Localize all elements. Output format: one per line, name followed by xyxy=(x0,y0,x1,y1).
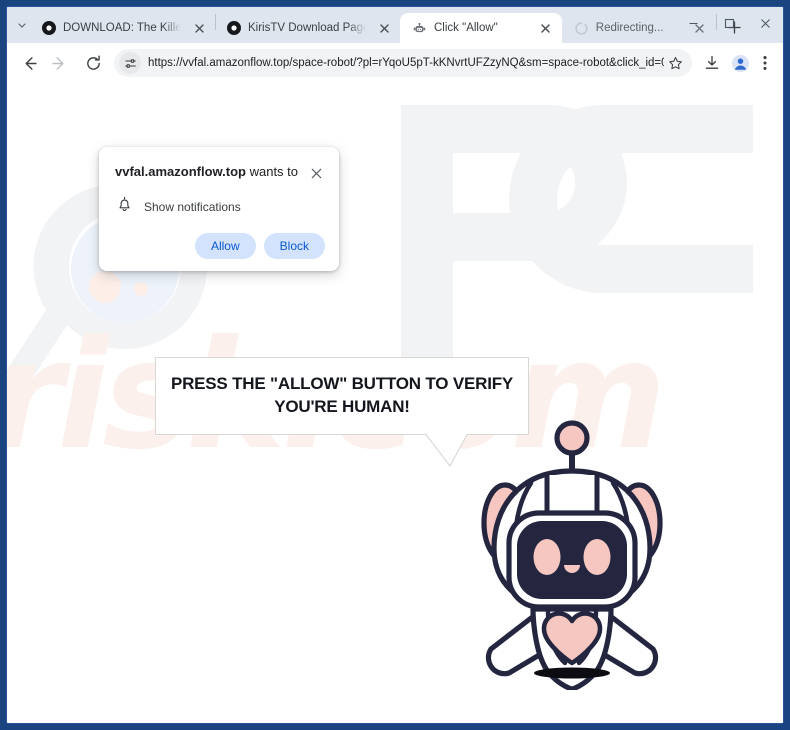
dialog-title-suffix: wants to xyxy=(245,164,299,179)
window-controls xyxy=(675,7,783,39)
dialog-header: vvfal.amazonflow.top wants to xyxy=(115,163,325,182)
block-button[interactable]: Block xyxy=(263,233,325,259)
dark-circle-icon xyxy=(41,21,56,36)
tab-title: DOWNLOAD: The Killer xyxy=(63,22,181,34)
loading-spinner-icon xyxy=(574,21,589,36)
dialog-title: vvfal.amazonflow.top wants to xyxy=(115,163,304,181)
profile-avatar[interactable] xyxy=(727,50,753,76)
tab-strip: DOWNLOAD: The Killer KirisTV Download Pa… xyxy=(7,7,783,43)
tab-title: Click "Allow" xyxy=(434,22,498,34)
reload-button[interactable] xyxy=(79,49,107,77)
bubble-line-1: PRESS THE "ALLOW" BUTTON TO VERIFY xyxy=(170,374,514,394)
downloads-icon[interactable] xyxy=(699,50,725,76)
speech-bubble-text: PRESS THE "ALLOW" BUTTON TO VERIFY YOU'R… xyxy=(171,373,513,418)
browser-toolbar: https://vvfal.amazonflow.top/space-robot… xyxy=(7,43,783,83)
chrome-menu-icon[interactable] xyxy=(755,50,775,76)
bell-icon xyxy=(117,196,132,217)
page-viewport: risk.com PRESS THE "ALLOW" BUTTON TO VER… xyxy=(7,83,783,723)
tab-close-icon[interactable] xyxy=(191,20,207,36)
robot-icon xyxy=(412,21,427,36)
tab-kiristv-download-page[interactable]: KirisTV Download Page xyxy=(216,13,400,43)
dialog-origin: vvfal.amazonflow.top xyxy=(115,164,246,179)
permission-label: Show notifications xyxy=(144,199,241,214)
dialog-actions: Allow Block xyxy=(115,233,325,259)
tab-download-the-killer[interactable]: DOWNLOAD: The Killer xyxy=(31,13,215,43)
tab-title: KirisTV Download Page xyxy=(248,22,366,34)
tab-title: Redirecting... xyxy=(595,22,664,34)
browser-window: DOWNLOAD: The Killer KirisTV Download Pa… xyxy=(6,6,784,724)
robot-mascot xyxy=(481,420,663,690)
tab-click-allow[interactable]: Click "Allow" xyxy=(400,13,562,43)
maximize-button[interactable] xyxy=(711,7,747,39)
allow-button[interactable]: Allow xyxy=(194,233,256,259)
tab-search-chevron-icon[interactable] xyxy=(13,11,31,41)
bubble-line-2: YOU'RE HUMAN! xyxy=(274,397,410,416)
close-button[interactable] xyxy=(747,7,783,39)
bookmark-star-icon[interactable] xyxy=(664,52,686,74)
tab-close-icon[interactable] xyxy=(376,20,392,36)
back-button[interactable] xyxy=(15,49,43,77)
robot-shadow xyxy=(534,667,610,679)
dialog-close-icon[interactable] xyxy=(307,164,325,182)
speech-bubble-tail xyxy=(426,434,468,468)
site-settings-icon[interactable] xyxy=(119,52,141,74)
notification-permission-dialog: vvfal.amazonflow.top wants to Show notif… xyxy=(99,147,339,271)
permission-row: Show notifications xyxy=(115,196,325,217)
forward-button[interactable] xyxy=(45,49,73,77)
dark-circle-icon xyxy=(226,21,241,36)
minimize-button[interactable] xyxy=(675,7,711,39)
url-text: https://vvfal.amazonflow.top/space-robot… xyxy=(148,57,664,69)
address-bar[interactable]: https://vvfal.amazonflow.top/space-robot… xyxy=(114,49,692,77)
tab-close-icon[interactable] xyxy=(538,20,554,36)
